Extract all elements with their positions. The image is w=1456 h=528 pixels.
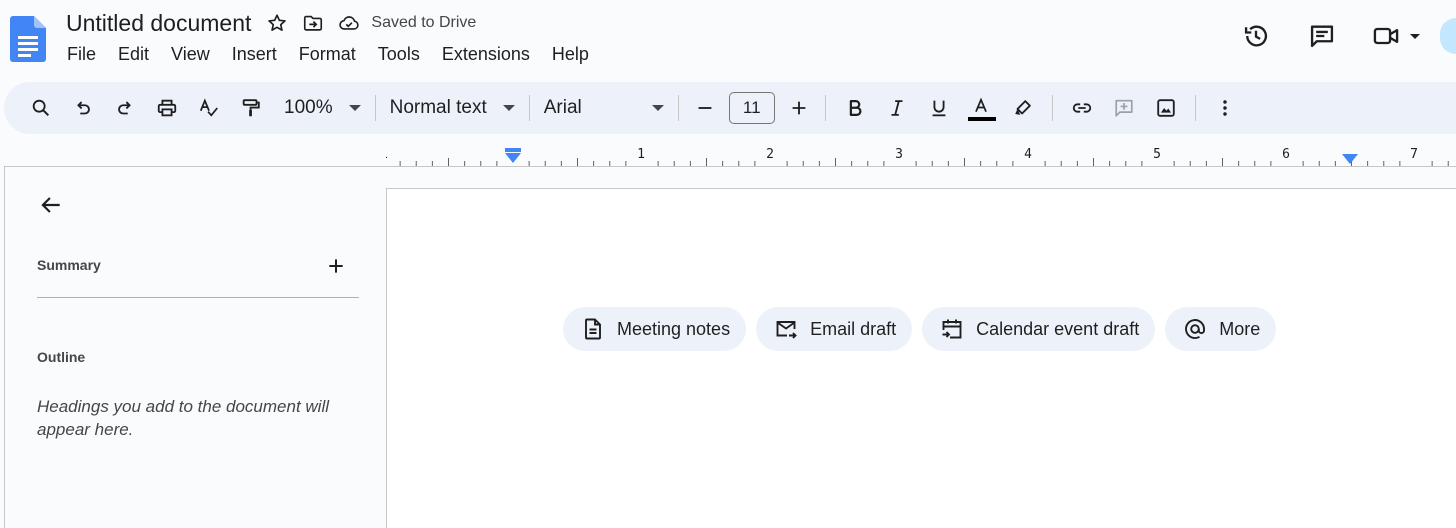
document-page[interactable]: Meeting notes Email draft Calendar event… [386, 188, 1456, 528]
menu-help[interactable]: Help [541, 42, 600, 67]
bold-icon[interactable] [837, 90, 873, 126]
email-forward-icon [776, 321, 797, 339]
header-actions [1236, 16, 1456, 56]
calendar-event-draft-chip[interactable]: Calendar event draft [922, 307, 1156, 351]
add-comment-icon[interactable] [1106, 90, 1142, 126]
document-icon [585, 318, 601, 340]
calendar-icon [942, 319, 962, 339]
at-sign-icon [1185, 319, 1206, 339]
print-icon[interactable] [149, 90, 185, 126]
zoom-select[interactable]: 100% [278, 90, 367, 126]
horizontal-ruler[interactable]: 1 1 2 3 4 5 6 7 [380, 140, 1456, 168]
paragraph-style-value: Normal text [389, 97, 487, 118]
summary-heading: Summary [37, 257, 101, 273]
text-color-swatch [967, 117, 996, 121]
meeting-notes-chip[interactable]: Meeting notes [563, 307, 747, 351]
docs-logo-icon[interactable] [10, 16, 46, 62]
meet-button[interactable] [1366, 16, 1420, 56]
document-outline-panel: Summary Outline Headings you add to the … [4, 167, 386, 528]
email-draft-chip[interactable]: Email draft [756, 307, 913, 351]
outline-heading: Outline [37, 349, 86, 365]
font-size-input[interactable]: 11 [728, 92, 775, 124]
toolbar-divider [1194, 95, 1196, 121]
arrow-left-icon [41, 197, 60, 213]
text-color-button[interactable] [963, 90, 999, 126]
search-menus-icon[interactable] [23, 90, 59, 126]
decrease-font-size-icon[interactable] [687, 90, 723, 126]
paragraph-style-select[interactable]: Normal text [384, 90, 521, 126]
app-header: Untitled document Saved to Drive File Ed… [0, 0, 1456, 80]
move-to-folder-icon[interactable] [301, 11, 325, 35]
outline-empty-hint: Headings you add to the document will ap… [37, 397, 330, 439]
comments-icon[interactable] [1302, 16, 1342, 56]
menu-extensions[interactable]: Extensions [431, 42, 541, 67]
ruler-label: 1 [637, 147, 645, 162]
account-avatar[interactable] [1440, 18, 1456, 54]
redo-icon[interactable] [107, 90, 143, 126]
title-row: Untitled document Saved to Drive [64, 8, 476, 38]
insert-image-icon[interactable] [1148, 90, 1184, 126]
ruler-label: 1 [386, 147, 388, 162]
close-outline-button[interactable] [33, 187, 69, 223]
toolbar-divider [1051, 95, 1053, 121]
video-camera-icon [1366, 16, 1406, 56]
menu-view[interactable]: View [160, 42, 221, 67]
sidebar-divider [37, 297, 359, 298]
menu-edit[interactable]: Edit [107, 42, 160, 67]
chevron-down-icon [651, 105, 664, 111]
ruler-label: 3 [895, 147, 903, 162]
chip-label: Calendar event draft [976, 318, 1140, 339]
ruler-scale: 1 1 2 3 4 5 6 7 [380, 147, 1449, 166]
menu-insert[interactable]: Insert [221, 42, 288, 67]
italic-icon[interactable] [879, 90, 915, 126]
version-history-icon[interactable] [1236, 16, 1276, 56]
more-chip[interactable]: More [1165, 307, 1277, 351]
cloud-saved-icon[interactable] [337, 11, 361, 35]
increase-font-size-icon[interactable] [781, 90, 817, 126]
toolbar-divider [677, 95, 679, 121]
zoom-value: 100% [284, 97, 333, 118]
underline-icon[interactable] [921, 90, 957, 126]
ruler-label: 2 [766, 147, 774, 162]
star-icon[interactable] [265, 11, 289, 35]
menu-tools[interactable]: Tools [367, 42, 431, 67]
document-title[interactable]: Untitled document [64, 10, 253, 37]
text-color-icon [974, 97, 987, 113]
chevron-down-icon [348, 105, 361, 111]
more-options-icon[interactable] [1207, 90, 1243, 126]
ruler-label: 7 [1410, 147, 1418, 162]
highlight-color-icon[interactable] [1005, 90, 1041, 126]
chip-label: Meeting notes [617, 318, 731, 339]
plus-icon [329, 259, 343, 273]
toolbar-divider [374, 95, 376, 121]
smart-chips-row: Meeting notes Email draft Calendar event… [563, 307, 1286, 351]
ruler-label: 6 [1282, 147, 1290, 162]
menu-format[interactable]: Format [288, 42, 367, 67]
formatting-toolbar: 100% Normal text Arial 11 [4, 82, 1456, 134]
toolbar-divider [528, 95, 530, 121]
chevron-down-icon [502, 105, 515, 111]
add-summary-button[interactable] [323, 253, 349, 279]
toolbar-divider [824, 95, 826, 121]
menu-bar: File Edit View Insert Format Tools Exten… [56, 42, 600, 67]
font-select[interactable]: Arial [538, 90, 670, 126]
undo-icon[interactable] [65, 90, 101, 126]
spelling-grammar-icon[interactable] [191, 90, 227, 126]
chevron-down-icon [1410, 33, 1420, 39]
paint-format-icon[interactable] [233, 90, 269, 126]
chip-label: Email draft [810, 318, 897, 339]
left-indent-marker[interactable] [505, 148, 521, 163]
ruler-label: 4 [1024, 147, 1032, 162]
ruler-label: 5 [1153, 147, 1161, 162]
menu-file[interactable]: File [56, 42, 107, 67]
chip-label: More [1219, 318, 1261, 339]
right-indent-marker[interactable] [1342, 154, 1358, 164]
font-value: Arial [543, 97, 582, 118]
save-status: Saved to Drive [371, 14, 477, 31]
insert-link-icon[interactable] [1064, 90, 1100, 126]
